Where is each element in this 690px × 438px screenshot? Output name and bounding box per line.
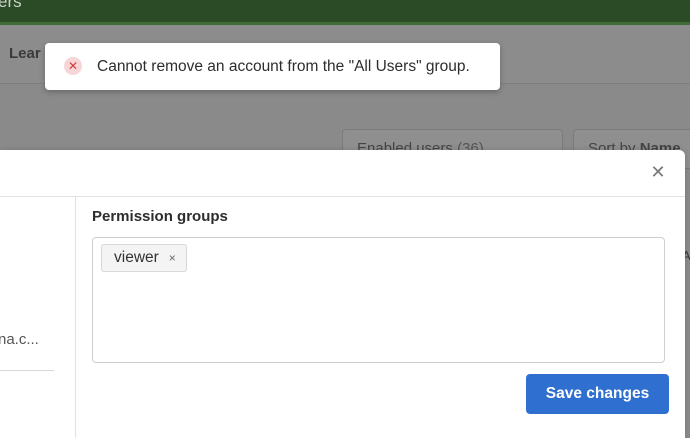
- group-chip-label: viewer: [114, 249, 159, 266]
- left-panel-divider: [0, 370, 54, 371]
- save-changes-button[interactable]: Save changes: [526, 374, 669, 414]
- permission-groups-label: Permission groups: [92, 208, 228, 225]
- modal-header: ✕: [0, 150, 685, 197]
- toast-message: Cannot remove an account from the "All U…: [97, 58, 470, 75]
- app-title: ers: [0, 0, 22, 11]
- permission-groups-input[interactable]: viewer ×: [92, 237, 665, 363]
- x-circle-icon: ✕: [64, 57, 82, 75]
- user-email-truncated: na.c...: [0, 331, 39, 348]
- edit-user-modal: ✕ na.c... Permission groups viewer × Sav…: [0, 150, 685, 438]
- group-chip-viewer: viewer ×: [101, 244, 187, 272]
- subnav-learn-link[interactable]: Lear: [9, 45, 41, 62]
- close-icon[interactable]: ✕: [648, 162, 668, 182]
- modal-left-panel: na.c...: [0, 197, 76, 438]
- chip-remove-icon[interactable]: ×: [169, 251, 176, 265]
- error-toast: ✕ Cannot remove an account from the "All…: [45, 43, 500, 90]
- app-header: ers: [0, 0, 690, 25]
